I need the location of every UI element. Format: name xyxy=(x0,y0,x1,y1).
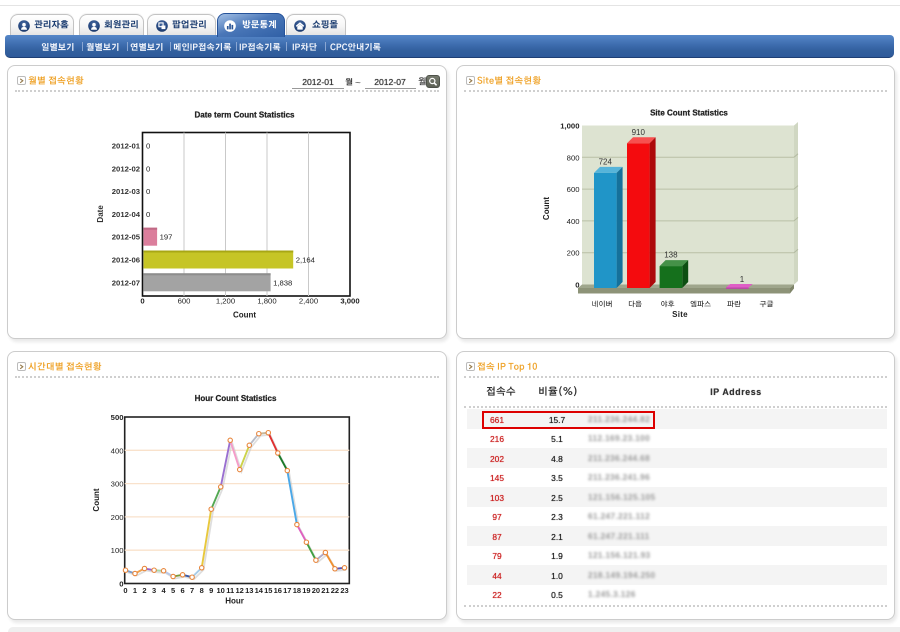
svg-text:Site: Site xyxy=(672,310,688,319)
svg-text:12: 12 xyxy=(236,586,244,595)
svg-text:1: 1 xyxy=(133,586,137,595)
svg-text:300: 300 xyxy=(111,480,124,489)
svg-text:2012-07: 2012-07 xyxy=(112,278,140,287)
svg-text:17: 17 xyxy=(283,586,291,595)
svg-text:Count: Count xyxy=(233,310,256,319)
svg-text:0: 0 xyxy=(146,187,150,196)
svg-text:724: 724 xyxy=(599,157,613,166)
svg-text:910: 910 xyxy=(632,127,646,136)
svg-text:7: 7 xyxy=(190,586,194,595)
svg-text:21: 21 xyxy=(321,586,329,595)
svg-text:11: 11 xyxy=(226,586,234,595)
svg-text:2012-02: 2012-02 xyxy=(112,164,140,173)
svg-text:2012-05: 2012-05 xyxy=(112,232,141,241)
svg-text:15: 15 xyxy=(264,586,272,595)
svg-text:3: 3 xyxy=(152,586,156,595)
svg-text:200: 200 xyxy=(111,513,124,522)
svg-text:200: 200 xyxy=(567,248,580,257)
svg-text:Date term Count Statistics: Date term Count Statistics xyxy=(194,110,295,119)
svg-text:4: 4 xyxy=(162,586,167,595)
svg-text:3,000: 3,000 xyxy=(340,296,359,305)
svg-text:Site Count Statistics: Site Count Statistics xyxy=(650,108,728,117)
svg-text:1: 1 xyxy=(740,275,745,284)
svg-text:0: 0 xyxy=(123,586,127,595)
svg-text:2012-01: 2012-01 xyxy=(112,141,141,150)
svg-text:16: 16 xyxy=(274,586,282,595)
svg-text:Count: Count xyxy=(542,196,551,219)
svg-text:Hour Count Statistics: Hour Count Statistics xyxy=(195,394,277,403)
svg-text:0: 0 xyxy=(146,209,150,218)
svg-text:10: 10 xyxy=(217,586,225,595)
svg-text:Date: Date xyxy=(96,204,105,222)
svg-text:197: 197 xyxy=(160,232,173,241)
svg-text:13: 13 xyxy=(245,586,253,595)
svg-text:5: 5 xyxy=(171,586,175,595)
svg-text:22: 22 xyxy=(331,586,339,595)
svg-text:0: 0 xyxy=(140,296,144,305)
svg-text:100: 100 xyxy=(111,546,124,555)
svg-text:6: 6 xyxy=(181,586,185,595)
svg-text:400: 400 xyxy=(567,216,580,225)
svg-text:2012-04: 2012-04 xyxy=(112,209,141,218)
svg-text:1,800: 1,800 xyxy=(257,296,276,305)
svg-text:0: 0 xyxy=(146,164,150,173)
svg-text:138: 138 xyxy=(664,250,678,259)
svg-text:1,838: 1,838 xyxy=(273,278,292,287)
svg-text:600: 600 xyxy=(178,296,191,305)
svg-text:2: 2 xyxy=(142,586,146,595)
svg-text:1,000: 1,000 xyxy=(560,121,579,130)
svg-text:500: 500 xyxy=(111,413,124,422)
svg-text:14: 14 xyxy=(255,586,264,595)
svg-text:2012-06: 2012-06 xyxy=(112,255,140,264)
svg-text:600: 600 xyxy=(567,185,580,194)
svg-text:0: 0 xyxy=(146,141,150,150)
svg-text:2,164: 2,164 xyxy=(296,255,316,264)
svg-text:9: 9 xyxy=(209,586,213,595)
svg-text:23: 23 xyxy=(340,586,348,595)
svg-text:Hour: Hour xyxy=(225,597,244,606)
svg-text:19: 19 xyxy=(302,586,310,595)
svg-text:0: 0 xyxy=(575,280,579,289)
svg-text:2,400: 2,400 xyxy=(299,296,318,305)
svg-text:800: 800 xyxy=(567,153,580,162)
svg-text:Count: Count xyxy=(92,488,101,511)
svg-text:400: 400 xyxy=(111,446,124,455)
svg-text:20: 20 xyxy=(312,586,320,595)
svg-text:1,200: 1,200 xyxy=(216,296,235,305)
svg-text:2012-03: 2012-03 xyxy=(112,187,140,196)
svg-text:18: 18 xyxy=(293,586,301,595)
svg-text:8: 8 xyxy=(200,586,204,595)
